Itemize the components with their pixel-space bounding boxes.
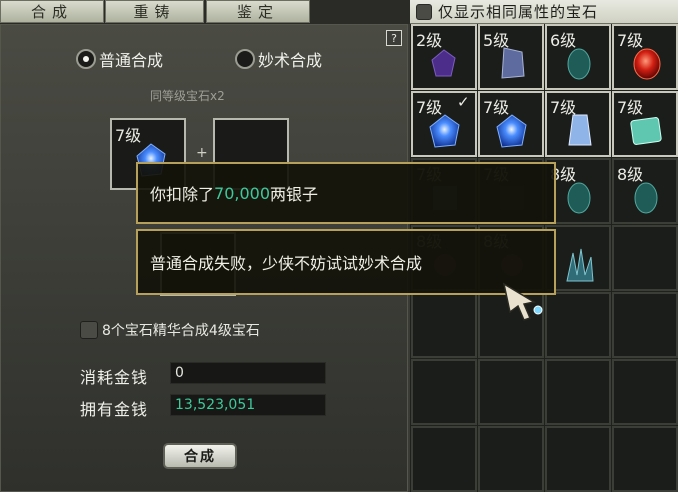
- inventory-cell-empty[interactable]: [411, 359, 477, 425]
- inventory-cell-empty[interactable]: [545, 292, 611, 358]
- inventory-cell[interactable]: 2级: [411, 24, 477, 90]
- merge-button[interactable]: 合成: [163, 443, 237, 469]
- deduct-prefix: 你扣除了: [150, 185, 215, 204]
- sapphire-gem-icon: [496, 114, 527, 148]
- normal-synthesis-label: 普通合成: [99, 51, 164, 70]
- inventory-cell-empty[interactable]: [612, 225, 678, 291]
- purple-gem-icon: [431, 49, 456, 77]
- red-gem-icon: [633, 48, 661, 80]
- inventory-cell-empty[interactable]: [612, 292, 678, 358]
- inventory-cell-selected[interactable]: 7级 ✓: [411, 91, 477, 157]
- crystal-gem-icon: [568, 114, 592, 146]
- money-label: 拥有金钱: [80, 400, 149, 419]
- blue-gem-icon: [501, 47, 525, 79]
- radio-selected-icon: [76, 49, 96, 69]
- cost-value: 0: [170, 362, 326, 384]
- emerald-gem-icon: [630, 117, 662, 145]
- radio-unselected-icon: [235, 49, 255, 69]
- same-attribute-checkbox[interactable]: [416, 3, 432, 20]
- teal-gem-icon: [567, 182, 591, 214]
- normal-synthesis-radio[interactable]: 普通合成: [76, 47, 163, 71]
- deduct-message: 你扣除了 70,000 两银子: [136, 162, 556, 224]
- tab-recast[interactable]: 重铸: [105, 0, 204, 23]
- cursor-icon: [502, 282, 543, 321]
- essence-checkbox[interactable]: [80, 321, 98, 339]
- magic-synthesis-radio[interactable]: 妙术合成: [235, 47, 322, 71]
- check-icon: ✓: [457, 93, 470, 111]
- inventory-cell-empty[interactable]: [478, 426, 544, 492]
- sapphire-gem-icon: [429, 114, 460, 148]
- inventory-cell[interactable]: 7级: [478, 91, 544, 157]
- inventory-cell-empty[interactable]: [478, 359, 544, 425]
- inventory-cell[interactable]: 6级: [545, 24, 611, 90]
- plus-icon: +: [196, 145, 208, 161]
- tab-synthesis[interactable]: 合成: [0, 0, 104, 23]
- magic-synthesis-label: 妙术合成: [258, 51, 323, 70]
- filter-header: 仅显示相同属性的宝石: [410, 0, 678, 24]
- inventory-cell-empty[interactable]: [612, 426, 678, 492]
- inventory-cell-empty[interactable]: [545, 359, 611, 425]
- inventory-cell-empty[interactable]: [411, 292, 477, 358]
- inventory-cell[interactable]: 7级: [612, 24, 678, 90]
- inventory-cell-empty[interactable]: [411, 426, 477, 492]
- inventory-cell-empty[interactable]: [612, 359, 678, 425]
- result-message: 普通合成失败，少侠不妨试试妙术合成: [136, 229, 556, 295]
- crystal-cluster-icon: [566, 248, 594, 282]
- inventory-cell[interactable]: 5级: [478, 24, 544, 90]
- deduct-suffix: 两银子: [270, 185, 319, 204]
- result-text: 普通合成失败，少侠不妨试试妙术合成: [150, 254, 423, 273]
- teal-gem-icon: [634, 182, 658, 214]
- same-attribute-label: 仅显示相同属性的宝石: [438, 3, 599, 21]
- essence-option[interactable]: 8个宝石精华合成4级宝石: [80, 320, 260, 340]
- inventory-cell-empty[interactable]: [545, 426, 611, 492]
- inventory-cell[interactable]: 7级: [545, 91, 611, 157]
- help-icon[interactable]: ?: [386, 30, 402, 46]
- cost-label: 消耗金钱: [80, 368, 149, 387]
- tab-bar: 合成 重铸 鉴定: [0, 0, 410, 24]
- inventory-cell[interactable]: 8级: [612, 158, 678, 224]
- tab-identify[interactable]: 鉴定: [206, 0, 310, 23]
- inventory-cell[interactable]: 7级: [612, 91, 678, 157]
- deduct-amount: 70,000: [214, 183, 270, 203]
- money-value: 13,523,051: [170, 394, 326, 416]
- essence-label: 8个宝石精华合成4级宝石: [102, 323, 260, 339]
- requirement-text: 同等级宝石x2: [150, 89, 225, 103]
- teal-gem-icon: [567, 48, 591, 80]
